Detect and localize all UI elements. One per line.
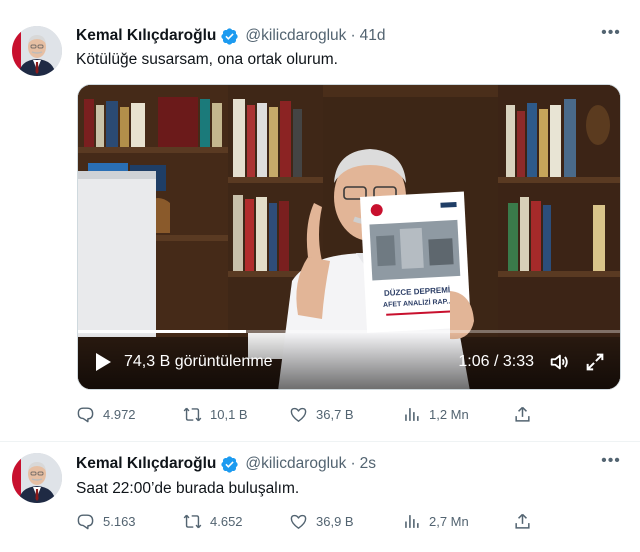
- retweet-count: 4.652: [210, 513, 243, 529]
- reply-button[interactable]: 4.972: [76, 402, 136, 426]
- views-button[interactable]: 1,2 Mn: [402, 402, 469, 426]
- retweet-icon: [183, 514, 202, 528]
- play-icon[interactable]: [94, 352, 112, 372]
- tweet-1[interactable]: Kemal Kılıçdaroğlu @kilicdarogluk · 41d …: [0, 0, 640, 442]
- retweet-button[interactable]: 10,1 B: [183, 402, 248, 426]
- separator-dot: ·: [350, 27, 356, 44]
- tweet-actions: 4.972 10,1 B 36,7 B 1,2 Mn: [76, 402, 536, 426]
- reply-icon: [77, 406, 94, 422]
- avatar[interactable]: [12, 26, 62, 76]
- author-name[interactable]: Kemal Kılıçdaroğlu: [76, 454, 216, 474]
- reply-icon: [77, 513, 94, 529]
- tweet-timestamp[interactable]: 41d: [360, 26, 386, 46]
- tweet-actions: 5.163 4.652 36,9 B 2,7 Mn: [76, 509, 536, 533]
- video-views-label: 74,3 B görüntülenme: [124, 353, 273, 370]
- fullscreen-icon[interactable]: [584, 351, 606, 373]
- retweet-button[interactable]: 4.652: [183, 509, 243, 533]
- verified-badge-icon: [220, 27, 239, 46]
- author-handle[interactable]: @kilicdarogluk: [245, 26, 346, 46]
- author-name[interactable]: Kemal Kılıçdaroğlu: [76, 26, 216, 46]
- heart-icon: [290, 407, 307, 422]
- share-icon: [515, 513, 530, 529]
- like-button[interactable]: 36,9 B: [289, 509, 354, 533]
- reply-count: 4.972: [103, 406, 136, 422]
- tweet-2[interactable]: Kemal Kılıçdaroğlu @kilicdarogluk · 2s •…: [0, 443, 640, 552]
- volume-icon[interactable]: [548, 351, 570, 373]
- heart-icon: [290, 514, 307, 529]
- tweet-text: Kötülüğe susarsam, ona ortak olurum.: [76, 51, 338, 68]
- view-count: 1,2 Mn: [429, 406, 469, 422]
- like-button[interactable]: 36,7 B: [289, 402, 354, 426]
- tweet-text: Saat 22:00’de burada buluşalım.: [76, 480, 300, 497]
- reply-button[interactable]: 5.163: [76, 509, 136, 533]
- retweet-count: 10,1 B: [210, 406, 248, 422]
- share-button[interactable]: [513, 402, 540, 426]
- separator-dot: ·: [350, 455, 356, 472]
- avatar[interactable]: [12, 453, 62, 503]
- like-count: 36,9 B: [316, 513, 354, 529]
- share-button[interactable]: [513, 509, 540, 533]
- more-options-icon[interactable]: •••: [600, 453, 622, 474]
- views-button[interactable]: 2,7 Mn: [402, 509, 469, 533]
- verified-badge-icon: [220, 455, 239, 474]
- like-count: 36,7 B: [316, 406, 354, 422]
- retweet-icon: [183, 407, 202, 421]
- reply-count: 5.163: [103, 513, 136, 529]
- tweet-timestamp[interactable]: 2s: [360, 454, 376, 474]
- analytics-bars-icon: [405, 407, 419, 421]
- video-controls: 74,3 B görüntülenme 1:06 / 3:33: [78, 333, 620, 389]
- analytics-bars-icon: [405, 514, 419, 528]
- video-player[interactable]: DÜZCE DEPREMİ AFET ANALİZİ RAP... 74,3 B…: [77, 84, 621, 390]
- tweet-header: Kemal Kılıçdaroğlu @kilicdarogluk · 41d: [76, 26, 385, 46]
- share-icon: [515, 406, 530, 422]
- view-count: 2,7 Mn: [429, 513, 469, 529]
- video-time-label: 1:06 / 3:33: [458, 353, 534, 370]
- author-handle[interactable]: @kilicdarogluk: [245, 454, 346, 474]
- more-options-icon[interactable]: •••: [600, 25, 622, 46]
- tweet-header: Kemal Kılıçdaroğlu @kilicdarogluk · 2s: [76, 454, 376, 474]
